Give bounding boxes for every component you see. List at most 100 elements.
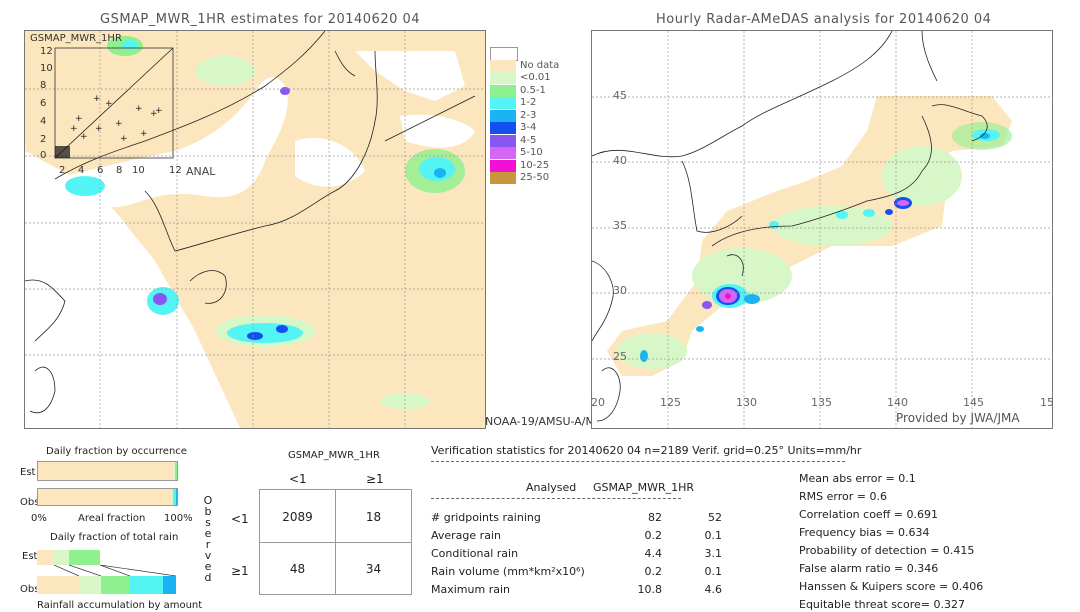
stat-label: # gridpoints raining xyxy=(431,511,541,524)
legend-item: No data xyxy=(482,59,592,72)
legend-label: 10-25 xyxy=(520,159,550,171)
bar-segment xyxy=(175,462,177,480)
left-map-title: GSMAP_MWR_1HR estimates for 20140620 04 xyxy=(100,12,421,27)
legend-item: <0.01 xyxy=(482,72,592,84)
legend-item xyxy=(482,47,592,61)
inset-label: GSMAP_MWR_1HR xyxy=(30,33,122,44)
bar-segment xyxy=(68,550,100,565)
inset-y-tick: 10 xyxy=(40,63,53,74)
stat-value: 0.1 xyxy=(704,565,723,578)
legend-item: 4-5 xyxy=(482,134,592,147)
color-legend: No data <0.01 0.5-1 1-2 2-3 3-4 4-5 5-10 10-25 25… xyxy=(482,47,582,197)
score-line: Hanssen & Kuipers score = 0.406 xyxy=(799,580,984,593)
lon-tick: 135 xyxy=(811,396,832,409)
occurrence-x-min: 0% xyxy=(31,513,47,524)
legend-swatch xyxy=(490,122,516,134)
svg-text:+: + xyxy=(115,119,123,129)
stat-value: 0.2 xyxy=(644,529,663,542)
total-rain-est-label: Est xyxy=(22,551,38,562)
inset-y-tick: 12 xyxy=(40,46,53,57)
contingency-col-label: ≥1 xyxy=(366,472,384,486)
stat-value: 4.4 xyxy=(644,547,663,560)
inset-x-label: ANAL xyxy=(186,165,216,178)
legend-item: 1-2 xyxy=(482,97,592,109)
inset-x-tick: 2 xyxy=(59,165,66,176)
occurrence-est-label: Est xyxy=(20,467,36,478)
svg-text:+: + xyxy=(140,129,148,139)
legend-label: 1-2 xyxy=(520,97,537,108)
inset-x-tick: 4 xyxy=(78,165,85,176)
stat-value: 3.1 xyxy=(704,547,723,560)
total-rain-x-label: Rainfall accumulation by amount xyxy=(37,600,203,611)
svg-text:+: + xyxy=(80,132,88,142)
score-line: Mean abs error = 0.1 xyxy=(799,472,916,485)
legend-item: 25-50 xyxy=(482,172,592,184)
contingency-cell: 48 xyxy=(289,562,306,576)
observed-side-label: Observed xyxy=(202,495,214,583)
right-radar-map xyxy=(591,30,1053,429)
legend-swatch xyxy=(490,134,516,147)
col-estimate: GSMAP_MWR_1HR xyxy=(593,481,695,494)
score-line: False alarm ratio = 0.346 xyxy=(799,562,939,575)
total-rain-connector-lines xyxy=(53,565,176,576)
lon-tick: 145 xyxy=(963,396,984,409)
legend-item: 2-3 xyxy=(482,109,592,122)
bar-segment xyxy=(37,576,79,594)
contingency-cell: 2089 xyxy=(282,510,313,524)
verification-header: Verification statistics for 20140620 04 … xyxy=(431,444,862,457)
lon-tick: 125 xyxy=(660,396,681,409)
inset-x-tick: 12 xyxy=(169,165,182,176)
inset-y-tick: 6 xyxy=(40,98,47,109)
lat-tick: 30 xyxy=(613,284,627,297)
svg-text:+: + xyxy=(95,124,103,134)
score-line: Equitable threat score= 0.327 xyxy=(799,598,965,611)
legend-label: 5-10 xyxy=(520,147,543,158)
score-line: RMS error = 0.6 xyxy=(799,490,887,503)
lat-tick: 35 xyxy=(613,219,627,232)
inset-y-tick: 2 xyxy=(40,134,47,145)
legend-item: 5-10 xyxy=(482,147,592,159)
occurrence-x-label: Areal fraction xyxy=(78,513,146,524)
legend-swatch xyxy=(490,84,516,97)
total-rain-obs-bar xyxy=(37,576,176,594)
occurrence-est-bar xyxy=(37,461,178,481)
lat-tick: 40 xyxy=(613,154,627,167)
lon-tick: 130 xyxy=(736,396,757,409)
bar-segment xyxy=(175,489,177,505)
stat-value: 0.2 xyxy=(644,565,663,578)
col-analysed: Analysed xyxy=(526,481,577,494)
stat-label: Rain volume (mm*km²x10⁶) xyxy=(431,565,585,578)
lon-tick: 20 xyxy=(591,396,605,409)
stat-label: Conditional rain xyxy=(431,547,519,560)
legend-label: 25-50 xyxy=(520,172,550,183)
total-rain-chart-title: Daily fraction of total rain xyxy=(50,532,179,543)
total-rain-est-bar xyxy=(37,550,176,565)
lat-tick: 45 xyxy=(613,89,627,102)
divider xyxy=(431,461,845,462)
bar-segment xyxy=(37,550,54,565)
lat-tick: 25 xyxy=(613,350,627,363)
svg-text:+: + xyxy=(93,94,101,104)
legend-swatch xyxy=(490,172,516,184)
svg-text:+: + xyxy=(75,114,83,124)
right-map-title: Hourly Radar-AMeDAS analysis for 2014062… xyxy=(656,12,992,27)
svg-text:+: + xyxy=(155,106,163,116)
stat-value: 52 xyxy=(708,511,722,524)
contingency-row-label: ≥1 xyxy=(231,564,249,578)
lon-tick: 15 xyxy=(1040,396,1054,409)
inset-x-tick: 8 xyxy=(116,165,123,176)
legend-item: 0.5-1 xyxy=(482,84,592,97)
bar-segment xyxy=(130,576,164,594)
score-line: Frequency bias = 0.634 xyxy=(799,526,930,539)
contingency-row-label: <1 xyxy=(231,512,249,526)
divider xyxy=(431,498,681,499)
inset-x-tick: 6 xyxy=(97,165,104,176)
legend-label: <0.01 xyxy=(520,72,551,83)
legend-label: 4-5 xyxy=(520,134,537,146)
bar-segment xyxy=(163,576,176,594)
inset-y-tick: 4 xyxy=(40,116,47,127)
bar-segment xyxy=(38,489,172,505)
inset-x-tick: 10 xyxy=(132,165,145,176)
svg-text:+: + xyxy=(135,104,143,114)
bar-segment xyxy=(53,550,69,565)
